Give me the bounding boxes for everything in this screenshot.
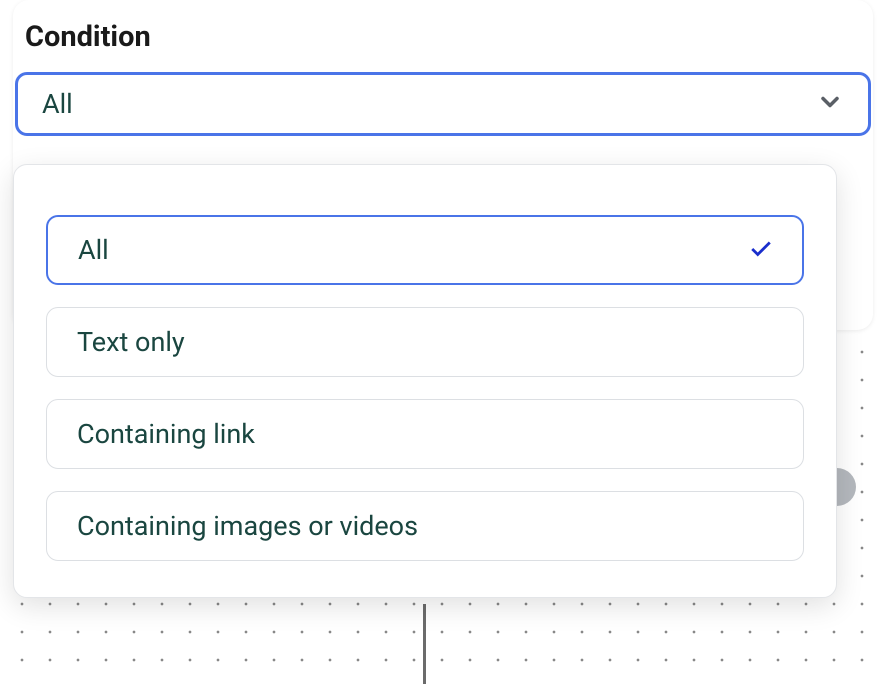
option-containing-images-or-videos[interactable]: Containing images or videos <box>46 491 804 561</box>
option-label: All <box>78 234 109 266</box>
option-text-only[interactable]: Text only <box>46 307 804 377</box>
check-icon <box>748 235 774 265</box>
vertical-divider <box>423 604 426 684</box>
condition-select-value: All <box>42 88 73 120</box>
chevron-down-icon <box>816 88 844 120</box>
option-label: Containing link <box>77 418 255 450</box>
option-label: Text only <box>77 326 185 358</box>
condition-select[interactable]: All <box>15 72 871 136</box>
condition-label: Condition <box>25 20 873 54</box>
option-containing-link[interactable]: Containing link <box>46 399 804 469</box>
condition-dropdown: All Text only Containing link Containing… <box>13 164 837 598</box>
option-label: Containing images or videos <box>77 510 418 542</box>
option-all[interactable]: All <box>46 215 804 285</box>
